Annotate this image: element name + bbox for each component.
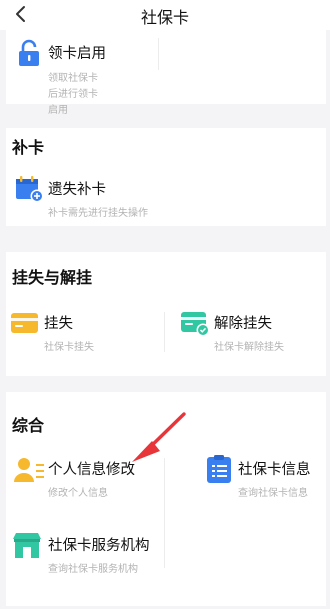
activate-card: 领卡启用 领取社保卡 后进行领卡 启用	[6, 30, 326, 116]
card-info-desc: 查询社保卡信息	[238, 488, 308, 499]
cancel-loss-label: 解除挂失	[214, 316, 272, 332]
activate-card-item[interactable]: 领卡启用 领取社保卡 后进行领卡 启用	[14, 38, 154, 116]
section-title-general: 综合	[12, 416, 45, 435]
cancel-loss-item[interactable]: 解除挂失 社保卡解除挂失	[180, 308, 320, 354]
personal-info-edit-item[interactable]: 个人信息修改 修改个人信息	[12, 454, 162, 500]
social-security-card-page: 社保卡 领卡启用 领取社保卡 后进行领卡 启用 补卡 遗失补卡 补卡需先进行挂失…	[0, 0, 330, 609]
personal-info-edit-desc: 修改个人信息	[48, 488, 108, 499]
lost-reissue-item[interactable]: 遗失补卡 补卡需先进行挂失操作	[14, 176, 214, 224]
card-info-label: 社保卡信息	[238, 462, 311, 478]
report-loss-desc: 社保卡挂失	[44, 342, 94, 353]
section-title-loss: 挂失与解挂	[12, 268, 93, 287]
activate-label: 领卡启用	[48, 46, 106, 62]
card-info-item[interactable]: 社保卡信息 查询社保卡信息	[204, 454, 324, 500]
top-nav-bar: 社保卡	[0, 0, 330, 30]
page-title: 社保卡	[140, 8, 189, 27]
lost-reissue-label: 遗失补卡	[48, 182, 106, 198]
activate-desc-line-1: 领取社保卡	[48, 73, 98, 84]
divider	[158, 38, 159, 70]
building-icon	[13, 533, 41, 558]
report-loss-label: 挂失	[44, 316, 73, 332]
service-institution-desc: 查询社保卡服务机构	[48, 564, 138, 575]
activate-desc-line-2: 后进行领卡	[48, 89, 98, 100]
personal-info-edit-label: 个人信息修改	[48, 462, 135, 478]
service-institution-item[interactable]: 社保卡服务机构 查询社保卡服务机构	[12, 530, 162, 576]
loss-card: 挂失与解挂 挂失 社保卡挂失 解除挂失 社保卡解除挂失	[6, 252, 326, 376]
activate-desc-line-3: 启用	[48, 105, 68, 116]
section-title-reissue: 补卡	[12, 138, 45, 157]
service-institution-label: 社保卡服务机构	[48, 538, 150, 554]
divider	[164, 312, 165, 352]
cancel-loss-desc: 社保卡解除挂失	[214, 342, 284, 353]
report-loss-item[interactable]: 挂失 社保卡挂失	[10, 308, 150, 354]
card-icon	[11, 313, 38, 333]
lock-icon	[19, 39, 39, 66]
user-edit-icon	[14, 458, 44, 482]
reissue-card: 补卡 遗失补卡 补卡需先进行挂失操作	[6, 128, 326, 226]
lost-reissue-desc: 补卡需先进行挂失操作	[48, 208, 148, 219]
general-card: 综合 个人信息修改 修改个人信息 社保卡信息 查询社保卡信息 社保卡服务机构 查…	[6, 392, 326, 606]
card-unlock-icon	[181, 312, 210, 337]
clipboard-icon	[207, 455, 231, 483]
calendar-add-icon	[16, 176, 44, 203]
divider	[164, 458, 165, 568]
